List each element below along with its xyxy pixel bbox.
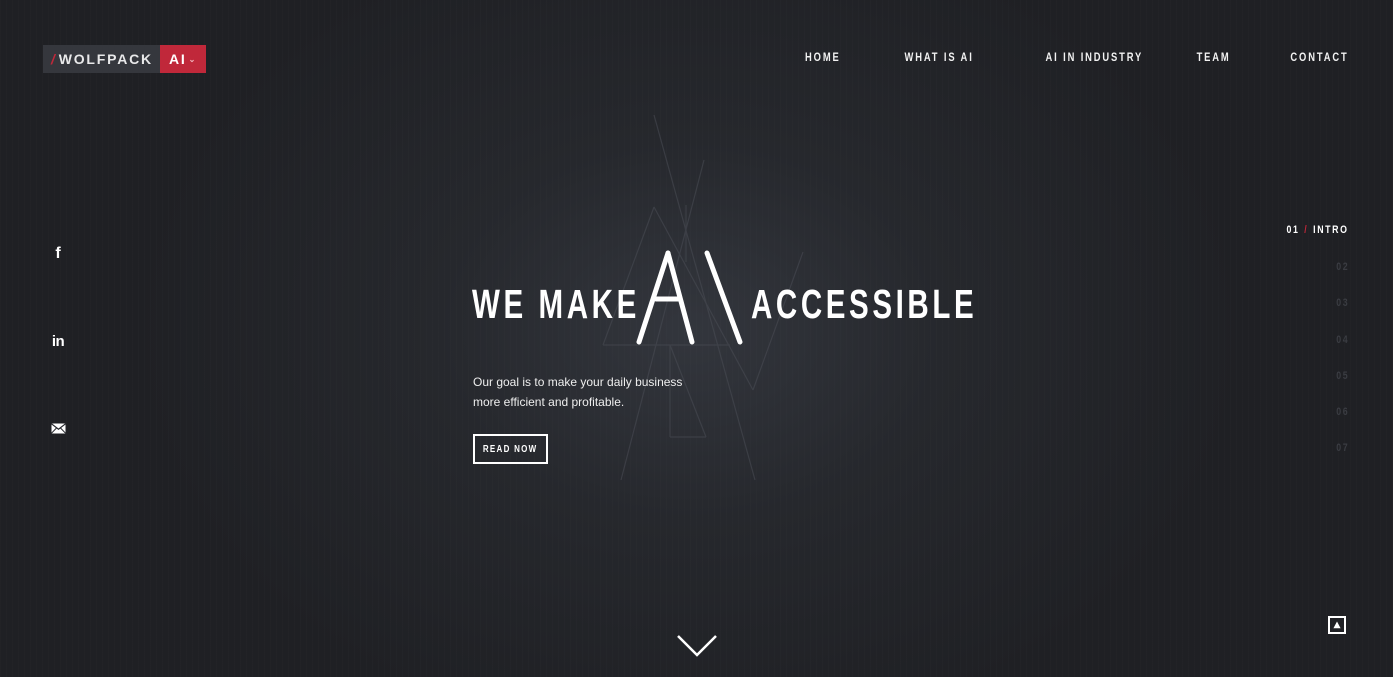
- nav-home[interactable]: HOME: [805, 50, 841, 64]
- read-now-label: READ NOW: [483, 443, 538, 455]
- section-link-06[interactable]: 06: [1336, 406, 1349, 418]
- section-number: 01: [1286, 224, 1300, 236]
- nav-what-is-ai[interactable]: WHAT IS AI: [904, 50, 973, 64]
- hero-title-right: ACCESSIBLE: [751, 281, 978, 327]
- facebook-icon[interactable]: f: [48, 244, 68, 264]
- read-now-button[interactable]: READ NOW: [473, 434, 548, 464]
- arrow-up-icon: [1333, 621, 1341, 629]
- section-link-07[interactable]: 07: [1336, 442, 1349, 454]
- logo-text: WOLFPACK: [58, 51, 153, 67]
- section-link-04[interactable]: 04: [1336, 334, 1349, 346]
- logo-chevron-icon: ⌄: [188, 54, 198, 64]
- main-nav: HOME WHAT IS AI AI IN INDUSTRY TEAM CONT…: [795, 50, 1349, 64]
- chevron-down-shape: [677, 635, 717, 657]
- page: / WOLFPACK AI ⌄ HOME WHAT IS AI AI IN IN…: [0, 0, 1393, 677]
- nav-team[interactable]: TEAM: [1196, 50, 1230, 64]
- envelope-icon: [50, 422, 66, 434]
- nav-contact[interactable]: CONTACT: [1291, 50, 1349, 64]
- chevron-down-icon[interactable]: [676, 633, 718, 659]
- hero-description-line-2: more efficient and profitable.: [473, 395, 625, 409]
- linkedin-icon[interactable]: in: [48, 331, 68, 351]
- logo-badge: AI ⌄: [159, 45, 207, 73]
- nav-ai-in-industry[interactable]: AI IN INDUSTRY: [1045, 50, 1143, 64]
- logo-badge-text: AI: [168, 51, 187, 67]
- section-separator: /: [1304, 224, 1309, 236]
- section-link-02[interactable]: 02: [1336, 261, 1349, 273]
- section-link-03[interactable]: 03: [1336, 297, 1349, 309]
- hero-description-line-1: Our goal is to make your daily business: [473, 375, 683, 389]
- hero-title: WE MAKE AI ACCESSIBLE: [472, 244, 974, 354]
- logo[interactable]: / WOLFPACK AI ⌄: [43, 45, 207, 73]
- section-link-05[interactable]: 05: [1336, 370, 1349, 382]
- logo-slash: /: [51, 51, 57, 67]
- ai-logo-mark: AI: [636, 250, 743, 345]
- mail-icon[interactable]: [48, 418, 68, 438]
- section-label: INTRO: [1313, 224, 1349, 236]
- logo-wordmark: / WOLFPACK: [43, 45, 160, 73]
- hero-description: Our goal is to make your daily business …: [473, 372, 713, 412]
- section-link-intro[interactable]: 01 / INTRO: [1287, 224, 1349, 236]
- hero-title-left: WE MAKE: [472, 281, 640, 327]
- back-to-top-button[interactable]: [1328, 616, 1346, 634]
